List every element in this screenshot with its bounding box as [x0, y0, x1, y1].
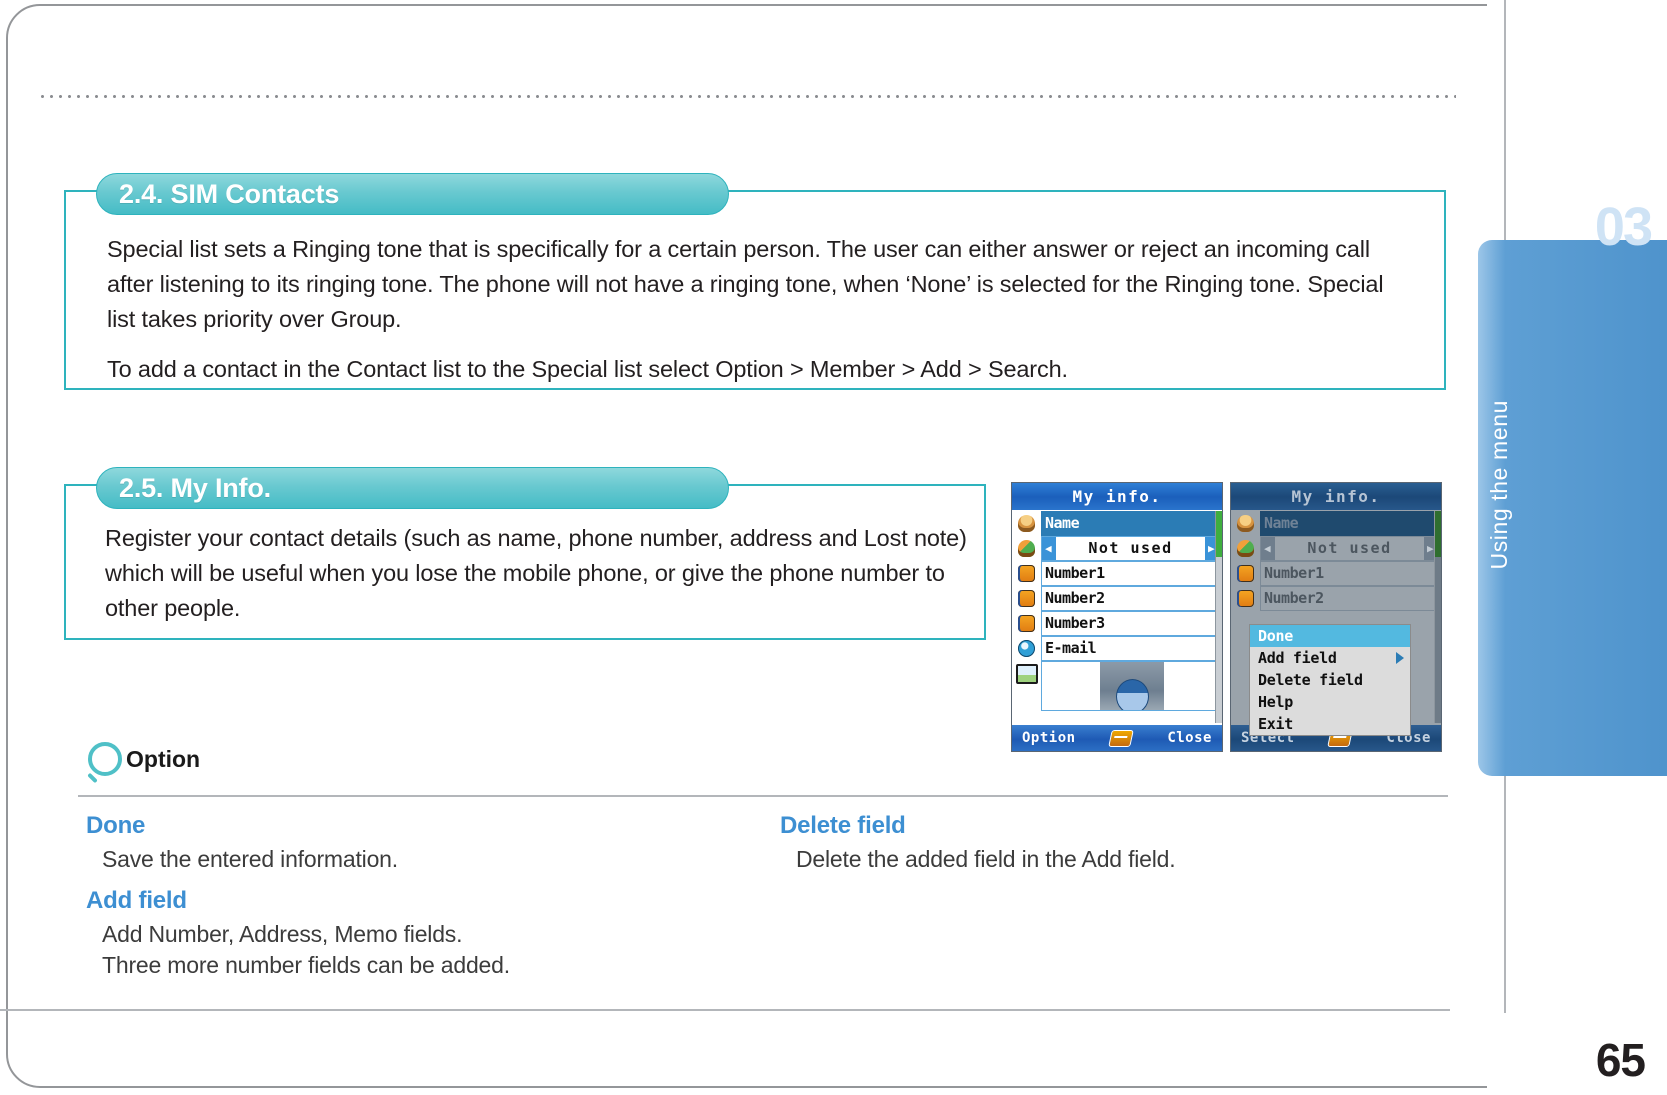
context-menu-item-done[interactable]: Done [1250, 625, 1410, 647]
context-menu: Done Add field Delete field Help Exit [1249, 624, 1411, 736]
group-icon [1237, 540, 1254, 557]
phone-row-number1[interactable]: Number1 [1041, 561, 1220, 586]
photo-icon [1015, 663, 1038, 684]
icon-slot [1231, 536, 1260, 561]
softkey-option[interactable]: Option [1022, 730, 1076, 746]
icon-slot [1012, 511, 1041, 536]
phone-row-group-spinner[interactable]: ◀ Not used ▶ [1041, 536, 1220, 561]
phone-row-name[interactable]: Name [1260, 511, 1439, 536]
phone-screen-body: Name ◀ Not used ▶ Number1 Number2 Number… [1012, 510, 1222, 725]
phone-title-bar: My info. [1231, 483, 1441, 510]
phone-screenshot-my-info-menu: My info. Name ◀ Not used ▶ Number1 Numbe… [1230, 482, 1442, 752]
context-menu-item-exit[interactable]: Exit [1250, 713, 1410, 735]
option-entry-desc-delete-field: Delete the added field in the Add field. [796, 846, 1176, 872]
clear-key-icon[interactable] [1108, 729, 1135, 747]
scrollbar-thumb[interactable] [1435, 511, 1441, 557]
scrollbar[interactable] [1434, 511, 1441, 723]
avatar [1100, 662, 1164, 710]
icon-slot [1231, 586, 1260, 611]
phone-title-bar: My info. [1012, 483, 1222, 510]
section-tab-my-info: 2.5. My Info. [96, 467, 729, 509]
chevron-left-icon[interactable]: ◀ [1042, 537, 1056, 560]
scrollbar[interactable] [1215, 511, 1222, 723]
icon-slot [1012, 561, 1041, 586]
phone-row-name[interactable]: Name [1041, 511, 1220, 536]
scrollbar-thumb[interactable] [1216, 511, 1222, 557]
group-icon [1018, 540, 1035, 557]
phone-row-number2[interactable]: Number2 [1260, 586, 1439, 611]
phone-icon-column [1012, 510, 1041, 725]
phone-row-group-value: Not used [1307, 539, 1392, 557]
phone-icon [1018, 565, 1035, 582]
chapter-side-tab-label: Using the menu [1486, 400, 1512, 570]
context-menu-item-help[interactable]: Help [1250, 691, 1410, 713]
phone-field-column: Name ◀ Not used ▶ Number1 Number2 Number… [1041, 510, 1222, 725]
option-heading-label: Option [126, 745, 201, 772]
phone-row-group-value: Not used [1088, 539, 1173, 557]
icon-slot [1012, 661, 1041, 686]
context-menu-item-add-field[interactable]: Add field [1250, 647, 1410, 669]
section-tab-sim-contacts: 2.4. SIM Contacts [96, 173, 729, 215]
phone-row-number3[interactable]: Number3 [1041, 611, 1220, 636]
icon-slot [1012, 536, 1041, 561]
person-icon [1018, 515, 1035, 532]
section-paragraph-sim-contacts-1: Special list sets a Ringing tone that is… [107, 236, 1384, 332]
option-divider [78, 795, 1448, 797]
phone-softkey-bar: Option Close [1012, 725, 1222, 751]
magnifier-icon [88, 742, 122, 776]
option-entry-desc-done: Save the entered information. [102, 846, 398, 872]
option-heading: Option [88, 742, 200, 776]
option-entry-desc-add-field: Add Number, Address, Memo fields. Three … [102, 921, 510, 978]
top-dotted-rule [38, 95, 1456, 98]
section-paragraph-my-info-1: Register your contact details (such as n… [105, 525, 967, 621]
bottom-divider [0, 1009, 1450, 1011]
phone-row-photo[interactable] [1041, 661, 1220, 711]
phone-icon [1018, 615, 1035, 632]
phone-row-number1[interactable]: Number1 [1260, 561, 1439, 586]
section-paragraph-sim-contacts-2: To add a contact in the Contact list to … [107, 356, 1068, 382]
mail-icon [1018, 640, 1035, 657]
context-menu-item-delete-field[interactable]: Delete field [1250, 669, 1410, 691]
option-entry-title-done: Done [86, 812, 146, 839]
phone-screenshot-my-info: My info. Name ◀ Not used ▶ Number1 Numbe… [1011, 482, 1223, 752]
icon-slot [1012, 611, 1041, 636]
phone-icon [1237, 565, 1254, 582]
person-icon [1237, 515, 1254, 532]
phone-row-number2[interactable]: Number2 [1041, 586, 1220, 611]
option-entry-title-add-field: Add field [86, 887, 187, 914]
phone-screen-body: Name ◀ Not used ▶ Number1 Number2 Done A… [1231, 510, 1441, 736]
phone-icon [1018, 590, 1035, 607]
option-entry-title-delete-field: Delete field [780, 812, 906, 839]
icon-slot [1231, 511, 1260, 536]
phone-row-group-spinner[interactable]: ◀ Not used ▶ [1260, 536, 1439, 561]
chevron-left-icon[interactable]: ◀ [1261, 537, 1275, 560]
icon-slot [1231, 561, 1260, 586]
icon-slot [1012, 636, 1041, 661]
softkey-close[interactable]: Close [1167, 730, 1212, 746]
avatar-head-icon [1115, 679, 1149, 710]
icon-slot [1012, 586, 1041, 611]
phone-row-email[interactable]: E-mail [1041, 636, 1220, 661]
phone-icon [1237, 590, 1254, 607]
context-menu-item-add-field-label: Add field [1258, 649, 1337, 667]
submenu-arrow-icon [1396, 652, 1404, 664]
chapter-number: 03 [1594, 197, 1653, 257]
page-number: 65 [1595, 1034, 1646, 1086]
